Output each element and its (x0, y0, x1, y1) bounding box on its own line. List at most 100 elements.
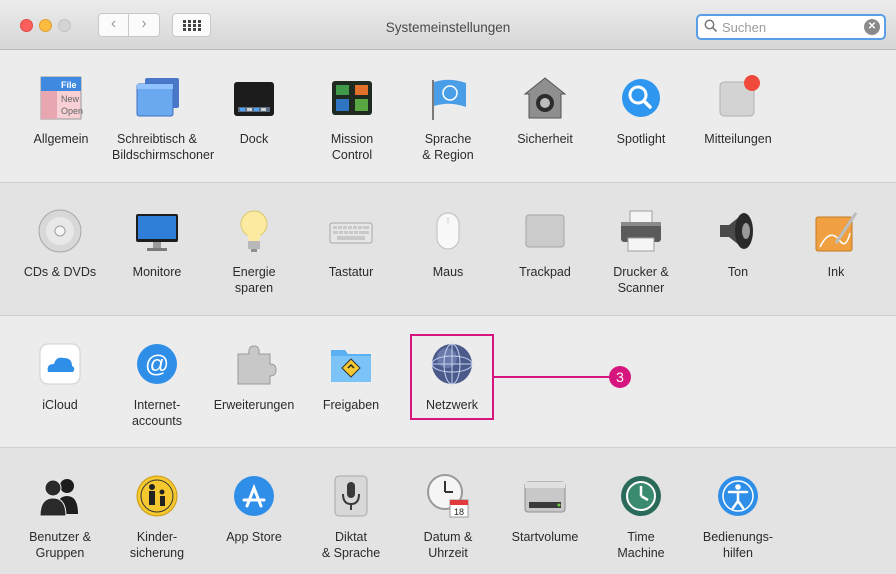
extensions-icon (230, 340, 278, 388)
users-groups-icon (36, 472, 84, 520)
pref-label: Mission Control (330, 132, 374, 162)
search-field[interactable]: ✕ (696, 14, 886, 40)
pref-label: Mitteilungen (704, 132, 772, 146)
pref-cds-dvds[interactable]: CDs & DVDs (15, 207, 105, 280)
pref-label: Ink (827, 265, 845, 279)
pref-label: Dock (239, 132, 269, 146)
pref-accessibility[interactable]: Bedienungs- hilfen (693, 472, 783, 561)
forward-button[interactable]: › (129, 13, 160, 37)
sound-icon (714, 207, 762, 255)
pref-app-store[interactable]: App Store (209, 472, 299, 545)
back-button[interactable]: ‹ (98, 13, 129, 37)
pref-general[interactable]: File New Open Allgemein (16, 74, 106, 147)
sharing-icon (327, 340, 375, 388)
zoom-window-button[interactable] (58, 19, 71, 32)
personal-section: File New Open Allgemein Schreibtisch & B… (0, 50, 896, 182)
pref-notifications[interactable]: Mitteilungen (693, 74, 783, 147)
pref-extensions[interactable]: Erweiterungen (209, 340, 299, 413)
pref-label: Kinder- sicherung (129, 530, 185, 560)
pref-users-groups[interactable]: Benutzer & Gruppen (15, 472, 105, 561)
callout-number-badge: 3 (609, 366, 631, 388)
pref-label: Erweiterungen (213, 398, 295, 412)
pref-mission-control[interactable]: Mission Control (307, 74, 397, 163)
pref-label: Sicherheit (517, 132, 573, 146)
trackpad-icon (521, 207, 569, 255)
pref-sharing[interactable]: Freigaben (306, 340, 396, 413)
pref-label: Trackpad (519, 265, 571, 279)
dock-icon (230, 74, 278, 122)
pref-label: Benutzer & Gruppen (29, 530, 91, 560)
energy-saver-icon (230, 207, 278, 255)
pref-energy-saver[interactable]: Energie sparen (209, 207, 299, 296)
mission-control-icon (328, 74, 376, 122)
pref-printers-scanners[interactable]: Drucker & Scanner (596, 207, 686, 296)
system-section: Benutzer & Gruppen Kinder- sicherung App… (0, 447, 896, 574)
pref-label: Startvolume (511, 530, 579, 544)
pref-label: Time Machine (617, 530, 665, 560)
svg-text:File: File (61, 80, 77, 90)
search-icon (704, 19, 718, 33)
svg-text:18: 18 (454, 507, 464, 517)
minimize-window-button[interactable] (39, 19, 52, 32)
pref-label: Internet- accounts (131, 398, 183, 428)
general-icon: File New Open (37, 74, 85, 122)
pref-mouse[interactable]: Maus (403, 207, 493, 280)
pref-label: Tastatur (328, 265, 374, 279)
pref-parental-controls[interactable]: Kinder- sicherung (112, 472, 202, 561)
network-highlight-box (410, 334, 494, 420)
pref-label: Maus (432, 265, 464, 279)
pref-label: Datum & Uhrzeit (423, 530, 473, 560)
pref-label: App Store (226, 530, 282, 544)
pref-label: Sprache & Region (422, 132, 474, 162)
show-all-button[interactable] (172, 13, 211, 37)
svg-text:Open: Open (61, 106, 83, 116)
pref-icloud[interactable]: iCloud (15, 340, 105, 413)
security-icon (521, 74, 569, 122)
notifications-icon (714, 74, 762, 122)
pref-label: Energie sparen (232, 265, 276, 295)
pref-dictation-speech[interactable]: Diktat & Sprache (306, 472, 396, 561)
pref-label: Spotlight (616, 132, 666, 146)
pref-label: Bedienungs- hilfen (702, 530, 774, 560)
accessibility-icon (714, 472, 762, 520)
startup-disk-icon (521, 472, 569, 520)
dictation-icon (327, 472, 375, 520)
keyboard-icon (327, 207, 375, 255)
parental-controls-icon (133, 472, 181, 520)
pref-startup-disk[interactable]: Startvolume (500, 472, 590, 545)
icloud-icon (36, 340, 84, 388)
pref-time-machine[interactable]: Time Machine (596, 472, 686, 561)
clear-search-icon[interactable]: ✕ (864, 19, 880, 35)
cd-dvd-icon (36, 207, 84, 255)
monitor-icon (133, 207, 181, 255)
pref-label: Schreibtisch & Bildschirmschoner (112, 132, 215, 162)
grid-icon (183, 20, 201, 31)
search-input[interactable] (722, 17, 852, 37)
pref-keyboard[interactable]: Tastatur (306, 207, 396, 280)
pref-internet-accounts[interactable]: @ Internet- accounts (112, 340, 202, 429)
spotlight-icon (617, 74, 665, 122)
pref-label: CDs & DVDs (23, 265, 97, 279)
pref-ink[interactable]: Ink (791, 207, 881, 280)
pref-language-region[interactable]: Sprache & Region (403, 74, 493, 163)
close-window-button[interactable] (20, 19, 33, 32)
pref-spotlight[interactable]: Spotlight (596, 74, 686, 147)
pref-label: Ton (727, 265, 749, 279)
hardware-section: CDs & DVDs Monitore Energie sparen Tasta… (0, 182, 896, 316)
pref-dock[interactable]: Dock (209, 74, 299, 147)
pref-label: Allgemein (33, 132, 89, 146)
title-bar: Systemeinstellungen ‹ › ✕ (0, 0, 896, 50)
pref-sound[interactable]: Ton (693, 207, 783, 280)
pref-monitors[interactable]: Monitore (112, 207, 202, 280)
svg-text:New: New (61, 94, 80, 104)
pref-date-time[interactable]: 18 Datum & Uhrzeit (403, 472, 493, 561)
ink-icon (812, 207, 860, 255)
desktop-icon (133, 74, 181, 122)
callout-line (494, 376, 610, 378)
pref-desktop-screensaver[interactable]: Schreibtisch & Bildschirmschoner (112, 74, 215, 163)
pref-security[interactable]: Sicherheit (500, 74, 590, 147)
system-preferences-window: Systemeinstellungen ‹ › ✕ (0, 0, 896, 574)
pref-label: Drucker & Scanner (613, 265, 669, 295)
pref-trackpad[interactable]: Trackpad (500, 207, 590, 280)
language-region-icon (424, 74, 472, 122)
